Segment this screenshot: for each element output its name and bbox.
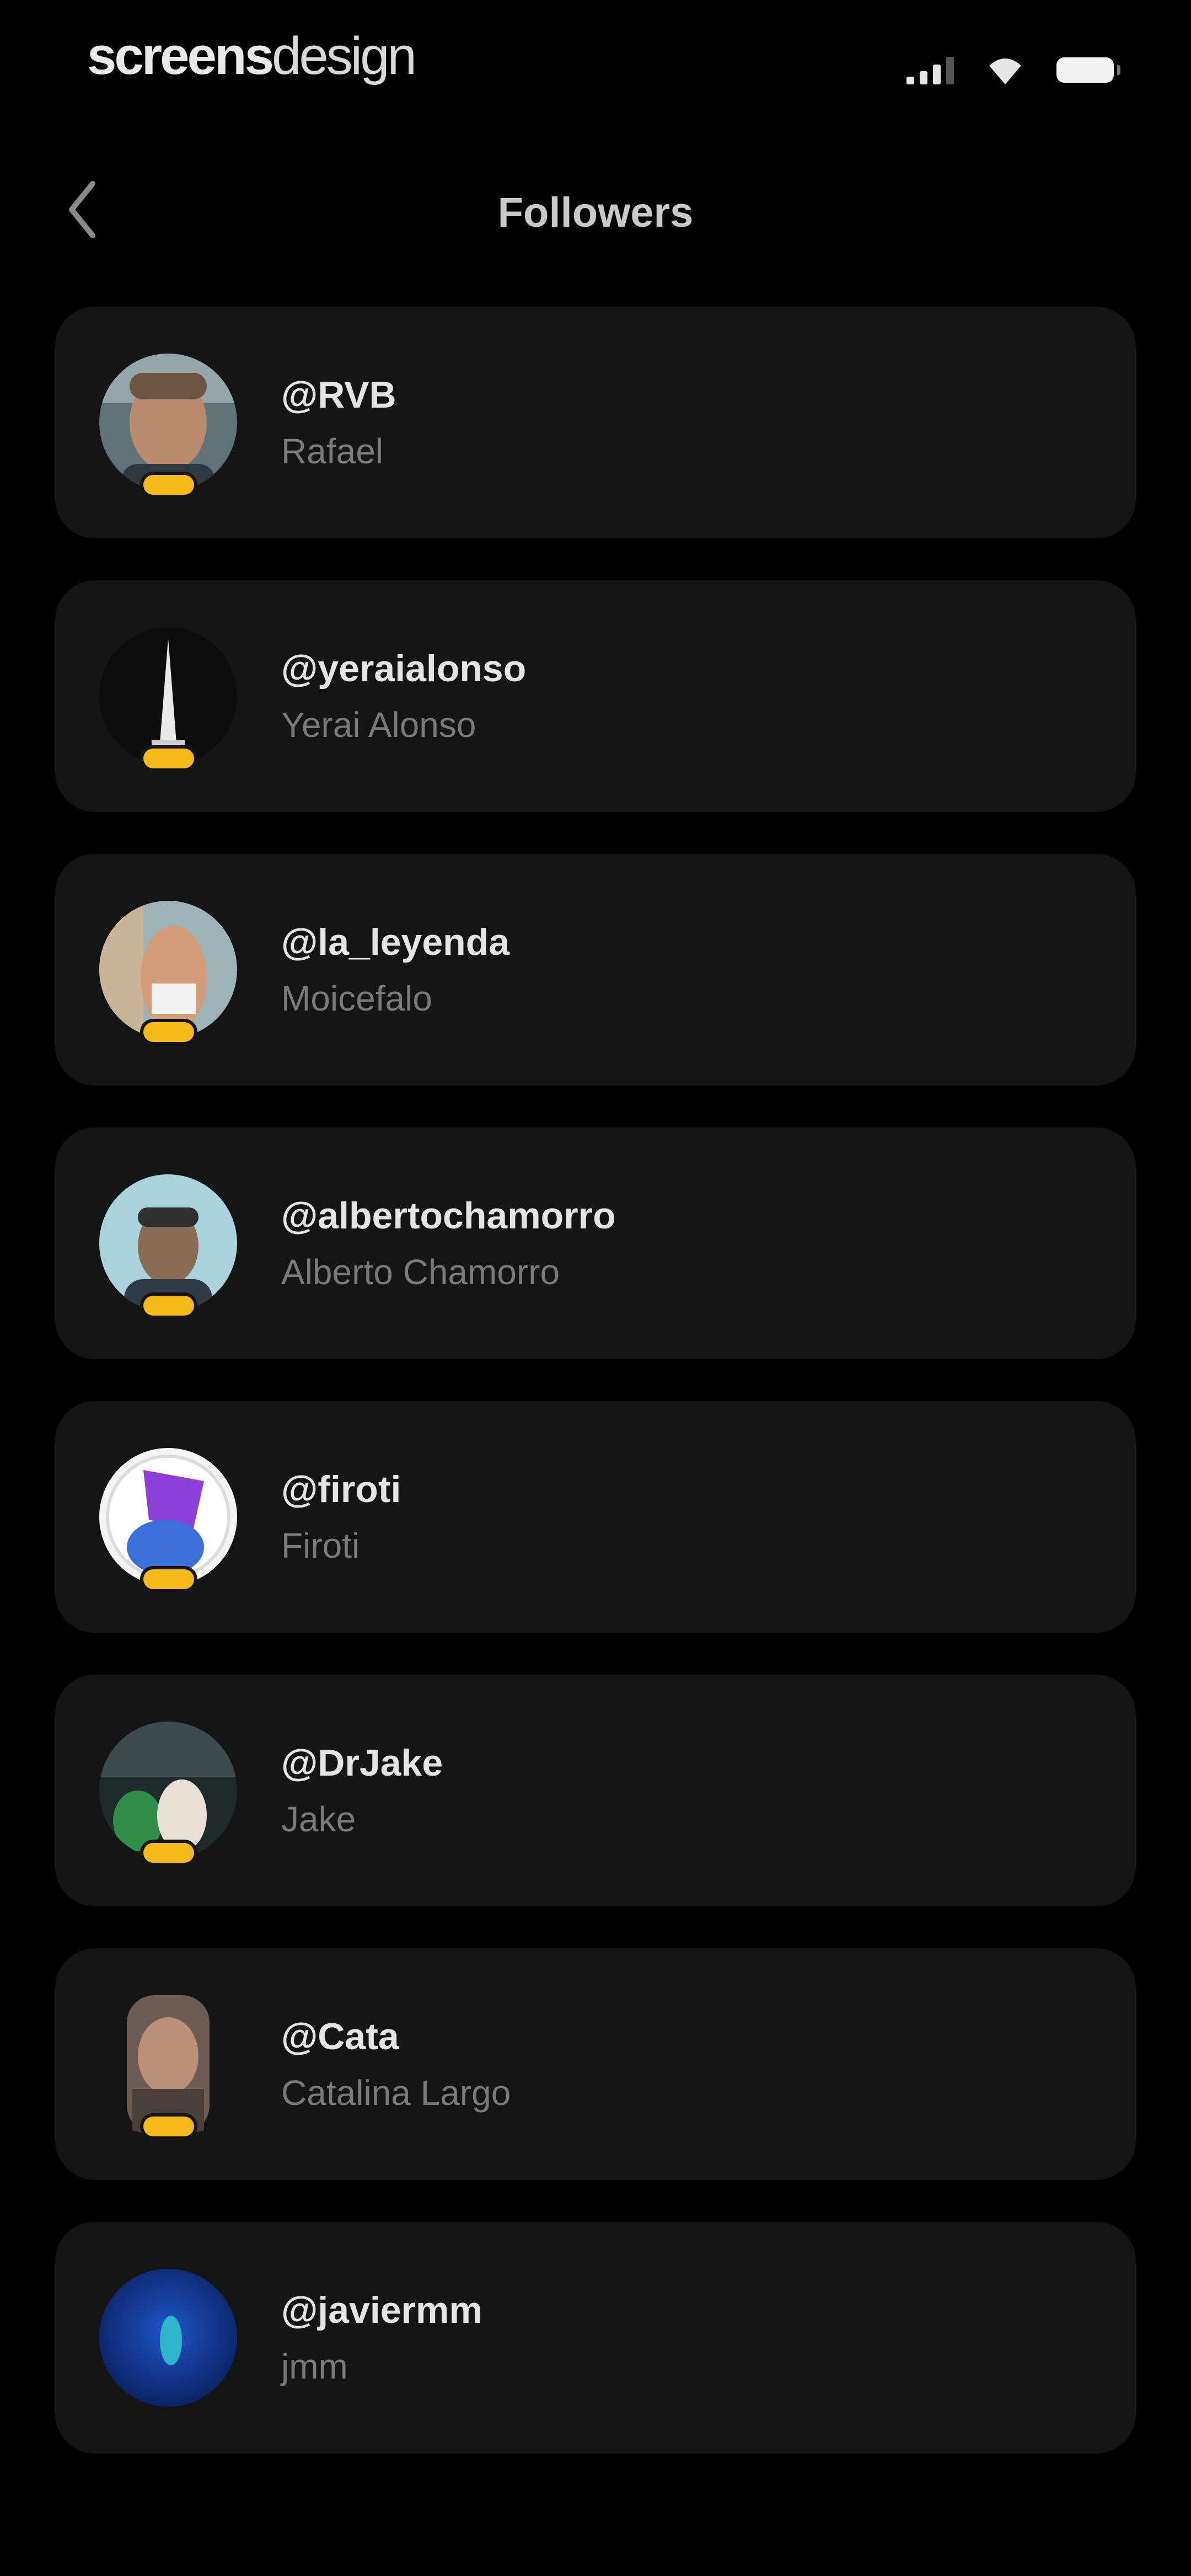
- display-name: Alberto Chamorro: [281, 1252, 560, 1292]
- username: @firoti: [281, 1468, 401, 1510]
- display-name: Rafael: [281, 431, 383, 471]
- follower-card[interactable]: @la_leyenda Moicefalo: [55, 854, 1136, 1086]
- verified-badge: [143, 1843, 194, 1863]
- verified-badge: [143, 1296, 194, 1316]
- avatar-wrap: [99, 627, 237, 768]
- battery-icon: [1056, 57, 1120, 83]
- follower-card[interactable]: @yeraialonso Yerai Alonso: [55, 580, 1136, 812]
- follower-card[interactable]: @RVB Rafael: [55, 307, 1136, 538]
- username: @javiermm: [281, 2289, 482, 2331]
- brand-logo-light: design: [271, 26, 417, 85]
- user-text: @albertochamorro Alberto Chamorro: [281, 1193, 616, 1295]
- verified-badge: [143, 1569, 194, 1589]
- follower-card[interactable]: @firoti Firoti: [55, 1401, 1136, 1633]
- display-name: Yerai Alonso: [281, 705, 476, 745]
- avatar[interactable]: [99, 354, 237, 491]
- user-text: @la_leyenda Moicefalo: [281, 919, 509, 1022]
- avatar[interactable]: [99, 2269, 237, 2407]
- avatar[interactable]: [99, 1995, 237, 2133]
- verified-badge: [143, 1022, 194, 1042]
- avatar-wrap: [99, 1722, 237, 1863]
- username: @Cata: [281, 2016, 399, 2057]
- header: Followers: [0, 165, 1191, 254]
- verified-badge: [143, 749, 194, 768]
- username: @albertochamorro: [281, 1195, 616, 1237]
- display-name: jmm: [281, 2347, 348, 2386]
- avatar[interactable]: [99, 1722, 237, 1859]
- status-bar: screensdesign: [0, 0, 1191, 121]
- avatar[interactable]: [99, 627, 237, 765]
- username: @yeraialonso: [281, 648, 527, 690]
- avatar[interactable]: [99, 1448, 237, 1586]
- display-name: Firoti: [281, 1526, 360, 1565]
- display-name: Catalina Largo: [281, 2073, 511, 2113]
- user-text: @javiermm jmm: [281, 2287, 482, 2390]
- avatar[interactable]: [99, 901, 237, 1039]
- avatar-wrap: [99, 1448, 237, 1589]
- avatar-wrap: [99, 354, 237, 495]
- verified-badge: [143, 2117, 194, 2136]
- username: @DrJake: [281, 1742, 443, 1784]
- follower-card[interactable]: @Cata Catalina Largo: [55, 1948, 1136, 2180]
- followers-list: @RVB Rafael @yeraialonso Yerai Alonso @l…: [55, 307, 1136, 2454]
- user-text: @RVB Rafael: [281, 372, 396, 474]
- user-text: @Cata Catalina Largo: [281, 2013, 511, 2116]
- avatar-wrap: [99, 1995, 237, 2136]
- verified-badge: [143, 475, 194, 495]
- page-title: Followers: [497, 189, 694, 236]
- username: @la_leyenda: [281, 921, 510, 963]
- wifi-icon: [989, 58, 1021, 84]
- brand-logo-bold: screens: [87, 26, 274, 85]
- avatar-wrap: [99, 2269, 237, 2407]
- brand-logo: screensdesign: [87, 26, 417, 85]
- user-text: @DrJake Jake: [281, 1740, 443, 1842]
- follower-card[interactable]: @DrJake Jake: [55, 1675, 1136, 1906]
- status-icons: [906, 51, 1120, 89]
- user-text: @firoti Firoti: [281, 1466, 401, 1569]
- display-name: Moicefalo: [281, 979, 432, 1018]
- display-name: Jake: [281, 1799, 356, 1839]
- signal-icon: [906, 56, 954, 84]
- follower-card[interactable]: @javiermm jmm: [55, 2222, 1136, 2454]
- avatar-wrap: [99, 901, 237, 1042]
- user-text: @yeraialonso Yerai Alonso: [281, 645, 526, 748]
- username: @RVB: [281, 374, 396, 416]
- follower-card[interactable]: @albertochamorro Alberto Chamorro: [55, 1127, 1136, 1359]
- avatar[interactable]: [99, 1174, 237, 1312]
- avatar-wrap: [99, 1174, 237, 1316]
